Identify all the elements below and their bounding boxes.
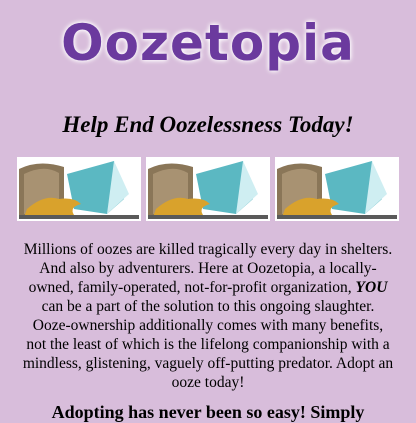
ooze-image [275, 157, 399, 221]
image-gallery [17, 157, 401, 221]
ooze-image [17, 157, 141, 221]
site-title: Oozetopia [61, 14, 355, 72]
intro-paragraph: Millions of oozes are killed tragically … [22, 240, 394, 392]
adopt-heading: Adopting has never been so easy! Simply [51, 402, 365, 422]
tagline: Help End Oozelessness Today! [62, 112, 354, 137]
intro-text: Millions of oozes are killed tragically … [23, 241, 393, 296]
intro-emphasis: YOU [355, 279, 388, 296]
intro-text: can be a part of the solution to this on… [22, 298, 394, 391]
ooze-image [146, 157, 270, 221]
